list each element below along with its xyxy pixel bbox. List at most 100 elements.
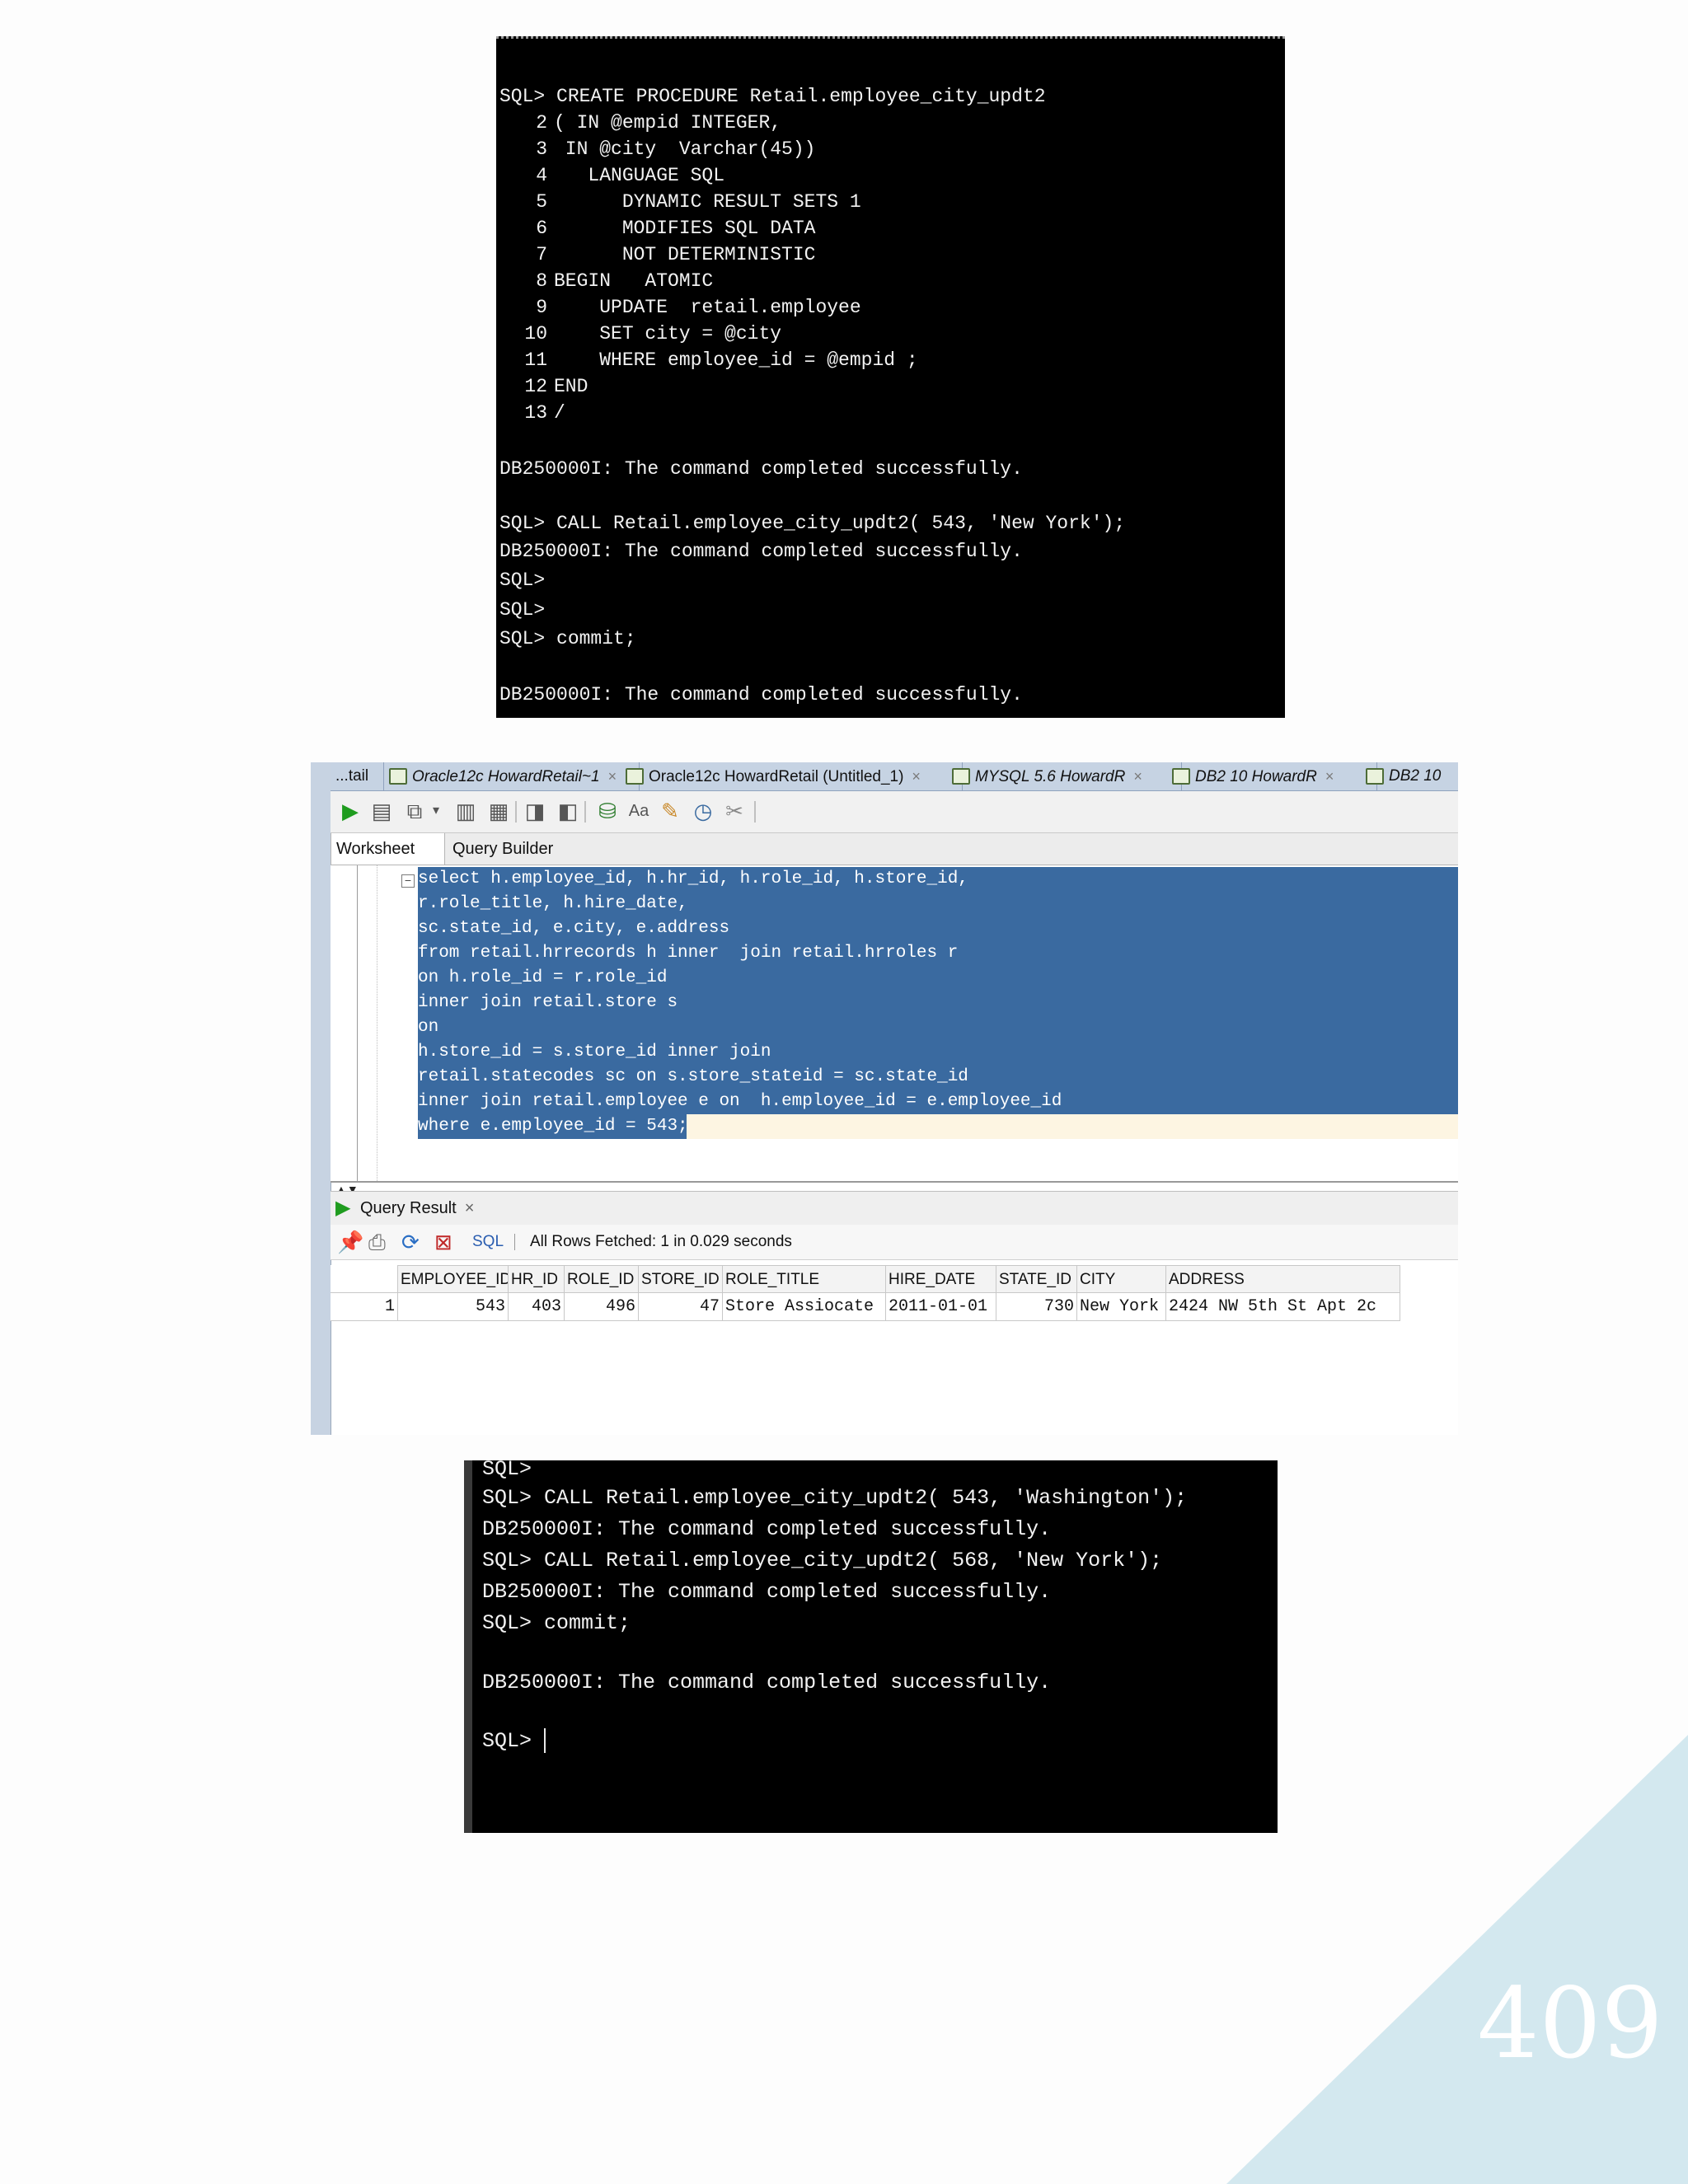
code-line: inner join retail.store s [418,993,678,1012]
code-line: from retail.hrrecords h inner join retai… [418,944,959,963]
console-line: 12 END [524,376,588,397]
pin-icon[interactable]: 📌 [337,1230,363,1254]
console-line: 2( IN @empid INTEGER, [536,112,782,134]
cancel-query-icon[interactable]: ⊠ [434,1230,452,1254]
code-line: h.store_id = s.store_id inner join [418,1043,771,1062]
column-header[interactable]: HR_ID [509,1265,565,1293]
code-line: on [418,1018,439,1037]
tools-icon[interactable]: ✂ [723,799,746,823]
column-header[interactable]: ADDRESS [1166,1265,1400,1293]
console-line: DB250000I: The command completed success… [482,1671,1052,1694]
explain-plan-icon[interactable]: ◨ [523,799,546,823]
result-toolbar: 📌 ⎙ ⟳ ⊠ SQL All Rows Fetched: 1 in 0.029… [331,1225,1458,1260]
console-line: SQL> [482,1460,532,1481]
grid-cell[interactable]: 47 [639,1293,723,1321]
console-prompt[interactable]: SQL> [482,1726,546,1757]
code-line: inner join retail.employee e on h.employ… [418,1092,1062,1111]
console-line: 11 WHERE employee_id = @empid ; [524,349,918,371]
column-header[interactable]: STORE_ID [639,1265,723,1293]
console-line: SQL> [499,569,546,591]
chevron-down-icon[interactable]: ▾ [424,799,448,823]
console-line: SQL> CALL Retail.employee_city_updt2( 56… [482,1549,1163,1572]
grid-cell[interactable]: 2424 NW 5th St Apt 2c [1166,1293,1400,1321]
editor-gutter [331,865,358,1181]
sql-tuning-icon[interactable]: ◧ [556,799,579,823]
close-icon[interactable]: × [912,768,921,785]
worksheet-icon [626,768,644,785]
page-number: 409 [1477,1966,1663,2080]
row-number: 1 [331,1293,398,1321]
text-cursor [544,1728,546,1754]
tab-db2[interactable]: DB2 10 [1361,762,1458,790]
code-line: retail.statecodes sc on s.store_stateid … [418,1067,968,1086]
sql-developer-window: ...tail Oracle12c HowardRetail~1 × Oracle… [311,762,1458,1435]
console-line: DB250000I: The command completed success… [499,458,1023,480]
db-connection-icon [952,768,970,785]
code-line: on h.role_id = r.role_id [418,968,668,987]
code-line: sc.state_id, e.city, e.address [418,919,730,938]
console-line: DB250000I: The command completed success… [482,1580,1052,1604]
rollback-icon[interactable]: ▦ [487,799,510,823]
console-line: SQL> CALL Retail.employee_city_updt2( 54… [482,1486,1188,1510]
console-line: 4 LANGUAGE SQL [536,165,725,186]
corner-decoration [1226,1735,1688,2184]
tab-oracle12c-howardretail-1[interactable]: Oracle12c HowardRetail~1 × [384,762,640,790]
console-line: DB250000I: The command completed success… [499,684,1023,705]
tab-retail[interactable]: ...tail [331,762,384,790]
console-line: SQL> CREATE PROCEDURE Retail.employee_ci… [499,86,1046,107]
column-header[interactable]: CITY [1077,1265,1166,1293]
print-icon[interactable]: ⎙ [368,1230,386,1254]
code-line: r.role_title, h.hire_date, [418,894,688,913]
console-line: SQL> commit; [499,628,636,649]
collapse-icon[interactable]: − [401,874,415,888]
result-tabbar: ▶ Query Result × [331,1191,1458,1226]
grid-cell[interactable]: 496 [565,1293,639,1321]
console-line: 13/ [524,402,565,424]
tab-mysql-howardr[interactable]: MYSQL 5.6 HowardR × [947,762,1182,790]
close-icon[interactable]: × [1325,768,1334,785]
run-statement-icon[interactable]: ▶ [339,799,362,823]
commit-icon[interactable]: ▥ [454,799,477,823]
to-upper-lower-icon[interactable]: Aa [627,799,650,823]
column-header[interactable]: ROLE_ID [565,1265,639,1293]
grid-cell[interactable]: New York [1077,1293,1166,1321]
tab-query-builder[interactable]: Query Builder [448,833,558,865]
column-header[interactable]: HIRE_DATE [886,1265,996,1293]
grid-cell[interactable]: 2011-01-01 [886,1293,996,1321]
tab-db2-howardr[interactable]: DB2 10 HowardR × [1167,762,1377,790]
sql-link[interactable]: SQL [472,1225,504,1259]
worksheet-toolbar: ▶ ▤ ⧉ ▾ ▥ ▦ ◨ ◧ ⛁ Aa ✎ ◷ ✂ [331,791,1458,833]
console-line: 6 MODIFIES SQL DATA [536,218,816,239]
close-icon[interactable]: × [465,1199,475,1217]
toolbar-separator [515,801,517,823]
close-icon[interactable]: × [1133,768,1142,785]
clear-eraser-icon[interactable]: ✎ [659,799,682,823]
console-line: SQL> commit; [482,1611,631,1635]
column-header[interactable]: STATE_ID [996,1265,1077,1293]
grid-cell[interactable]: Store Assiocate [723,1293,886,1321]
grid-cell[interactable]: 403 [509,1293,565,1321]
console-line: SQL> CALL Retail.employee_city_updt2( 54… [499,513,1126,534]
tab-worksheet[interactable]: Worksheet [331,833,445,865]
console-line: 7 NOT DETERMINISTIC [536,244,816,265]
run-script-icon[interactable]: ▤ [370,799,393,823]
unshared-sql-icon[interactable]: ⛁ [596,799,619,823]
console-line: 8 BEGIN ATOMIC [536,270,714,292]
tab-query-result[interactable]: ▶ Query Result × [335,1192,474,1225]
sql-editor[interactable]: − select h.employee_id, h.hr_id, h.role_… [331,865,1458,1183]
editor-subtabs: Worksheet Query Builder [331,833,1458,865]
fetch-status: All Rows Fetched: 1 in 0.029 seconds [530,1233,792,1250]
column-header[interactable]: EMPLOYEE_ID [398,1265,509,1293]
history-icon[interactable]: ◷ [692,799,715,823]
code-line: select h.employee_id, h.hr_id, h.role_id… [418,869,968,888]
grid-cell[interactable]: 730 [996,1293,1077,1321]
toolbar-separator [514,1234,515,1250]
tab-oracle12c-untitled[interactable]: Oracle12c HowardRetail (Untitled_1) × [621,762,963,790]
console-line: DB250000I: The command completed success… [482,1517,1052,1541]
refresh-icon[interactable]: ⟳ [401,1230,420,1254]
grid-cell[interactable]: 543 [398,1293,509,1321]
close-icon[interactable]: × [608,768,617,785]
connection-tabbar: ...tail Oracle12c HowardRetail~1 × Oracle… [331,762,1458,791]
autotrace-icon[interactable]: ⧉ [403,799,426,823]
column-header[interactable]: ROLE_TITLE [723,1265,886,1293]
